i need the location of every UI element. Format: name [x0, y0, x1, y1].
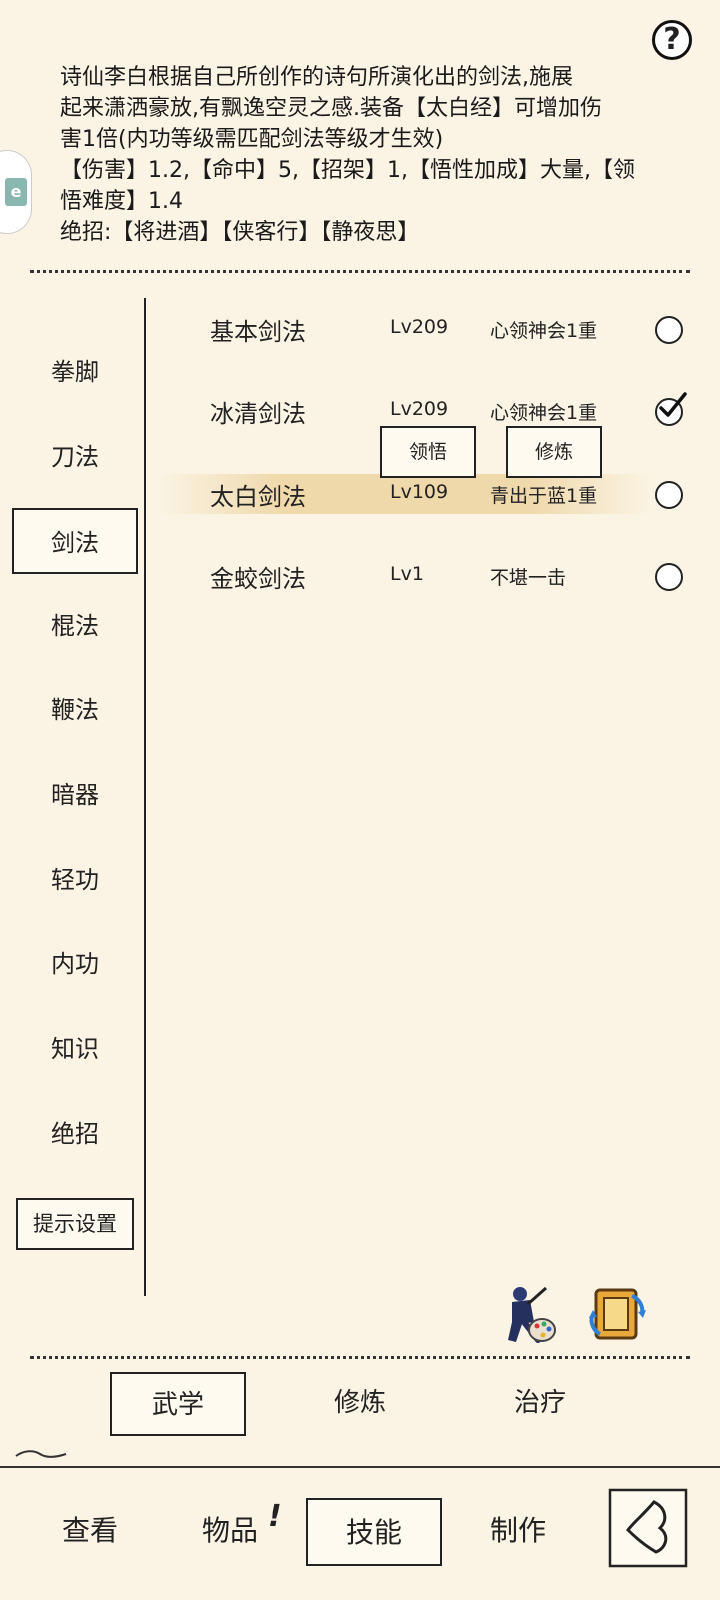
nav-skills[interactable]: 技能 [306, 1498, 442, 1566]
nav-view[interactable]: 查看 [40, 1498, 140, 1566]
skill-level: Lv1 [390, 563, 424, 585]
category-zhishi[interactable]: 知识 [20, 1029, 130, 1064]
nav-items-label: 物品 [201, 1514, 258, 1547]
description-line: 【伤害】1.2,【命中】5,【招架】1,【悟性加成】大量,【领 [60, 158, 635, 183]
skill-realm: 青出于蓝1重 [490, 485, 598, 507]
category-qinggong[interactable]: 轻功 [20, 860, 130, 895]
nav-items[interactable]: 物品! [180, 1498, 282, 1566]
skill-equip-radio[interactable] [655, 316, 683, 344]
help-button[interactable]: ? [652, 20, 692, 60]
category-quanjiao[interactable]: 拳脚 [20, 352, 130, 387]
skill-name: 冰清剑法 [210, 400, 306, 428]
category-divider [144, 298, 146, 1296]
back-button[interactable] [608, 1488, 688, 1568]
description-line: 悟难度】1.4 [60, 189, 183, 214]
practice-button[interactable]: 修炼 [506, 426, 602, 478]
skill-level: Lv109 [390, 481, 449, 503]
bottom-nav-divider [0, 1466, 720, 1468]
skill-realm: 心领神会1重 [490, 320, 598, 342]
category-anqi[interactable]: 暗器 [20, 775, 130, 810]
category-juezhao[interactable]: 绝招 [20, 1114, 130, 1149]
description-line: 起来潇洒豪放,有飘逸空灵之感.装备【太白经】可增加伤 [60, 96, 602, 121]
back-icon [608, 1488, 688, 1568]
checkmark-icon [659, 392, 687, 417]
swap-scroll-icon[interactable] [586, 1282, 650, 1346]
category-jianfa[interactable]: 剑法 [12, 508, 138, 574]
skill-row[interactable]: 金蛟剑法 Lv1 不堪一击 [160, 549, 700, 599]
skill-name: 基本剑法 [210, 318, 306, 346]
side-tab-icon: e [5, 178, 27, 206]
skill-realm: 心领神会1重 [490, 402, 598, 424]
skill-name: 太白剑法 [210, 483, 306, 511]
skill-name: 金蛟剑法 [210, 565, 306, 593]
category-bianfa[interactable]: 鞭法 [20, 690, 130, 725]
description-line: 绝招:【将进酒】【侠客行】【静夜思】 [60, 220, 420, 245]
skill-equip-radio[interactable] [655, 481, 683, 509]
divider-bottom [30, 1356, 690, 1359]
subtab-wuxue[interactable]: 武学 [110, 1372, 246, 1436]
description-line: 诗仙李白根据自己所创作的诗句所演化出的剑法,施展 [60, 65, 573, 90]
side-floating-tab[interactable]: e [0, 150, 32, 234]
subtab-zhiliao[interactable]: 治疗 [476, 1372, 604, 1436]
hint-settings-button[interactable]: 提示设置 [16, 1198, 134, 1250]
subtab-xiulian[interactable]: 修炼 [296, 1372, 424, 1436]
comprehend-button[interactable]: 领悟 [380, 426, 476, 478]
skill-equip-radio[interactable] [655, 392, 687, 426]
category-neigong[interactable]: 内功 [20, 944, 130, 979]
nav-craft[interactable]: 制作 [468, 1498, 568, 1566]
skill-description: 诗仙李白根据自己所创作的诗句所演化出的剑法,施展 起来潇洒豪放,有飘逸空灵之感.… [60, 62, 660, 248]
category-gunfa[interactable]: 棍法 [20, 606, 130, 641]
notification-badge: ! [268, 1499, 282, 1534]
skill-level: Lv209 [390, 316, 449, 338]
skill-row[interactable]: 基本剑法 Lv209 心领神会1重 [160, 302, 700, 352]
skill-level: Lv209 [390, 398, 449, 420]
ninja-palette-icon[interactable] [494, 1282, 558, 1346]
category-daofa[interactable]: 刀法 [20, 437, 130, 472]
skill-equip-radio[interactable] [655, 563, 683, 591]
divider-top [30, 270, 690, 273]
skill-realm: 不堪一击 [490, 567, 567, 589]
description-line: 害1倍(内功等级需匹配剑法等级才生效) [60, 127, 444, 152]
brush-swirl-decoration [15, 1450, 67, 1458]
